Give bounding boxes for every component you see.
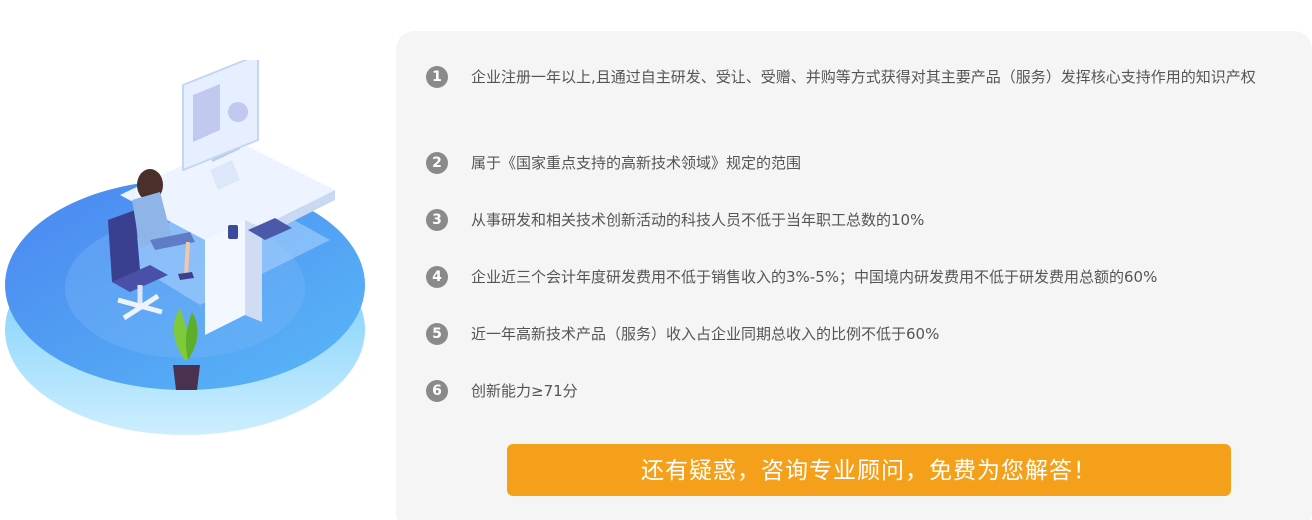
requirement-text: 近一年高新技术产品（服务）收入占企业同期总收入的比例不低于60%	[471, 325, 940, 343]
requirement-text: 创新能力≥71分	[471, 382, 578, 400]
requirements-panel: 1 企业注册一年以上,且通过自主研发、受让、受赠、并购等方式获得对其主要产品（服…	[396, 31, 1312, 520]
consult-button[interactable]: 还有疑惑，咨询专业顾问，免费为您解答！	[507, 444, 1231, 496]
requirement-text: 从事研发和相关技术创新活动的科技人员不低于当年职工总数的10%	[471, 211, 925, 229]
step-number-badge: 1	[426, 66, 448, 88]
office-worker-desk-illustration	[5, 60, 365, 435]
step-number-badge: 6	[426, 380, 448, 402]
requirement-text: 企业注册一年以上,且通过自主研发、受让、受赠、并购等方式获得对其主要产品（服务）…	[471, 68, 1256, 86]
step-number-badge: 2	[426, 152, 448, 174]
cup	[228, 225, 238, 239]
step-number-badge: 3	[426, 209, 448, 231]
requirement-text: 企业近三个会计年度研发费用不低于销售收入的3%-5%；中国境内研发费用不低于研发…	[471, 268, 1158, 286]
requirement-text: 属于《国家重点支持的高新技术领域》规定的范围	[471, 154, 802, 172]
step-number-badge: 4	[426, 266, 448, 288]
page: 1 企业注册一年以上,且通过自主研发、受让、受赠、并购等方式获得对其主要产品（服…	[0, 0, 1312, 520]
step-number-badge: 5	[426, 323, 448, 345]
